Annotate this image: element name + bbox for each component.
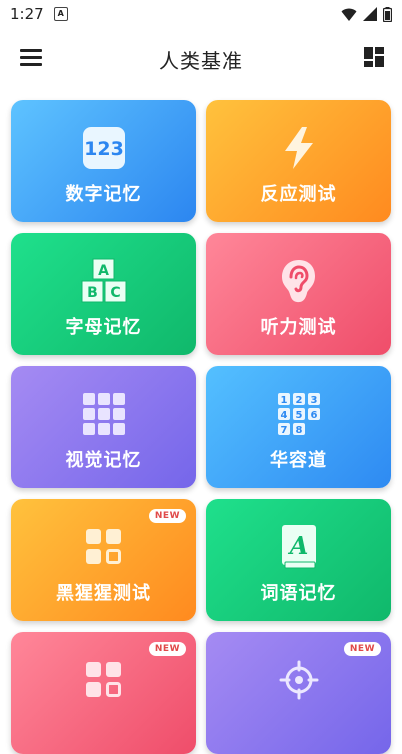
- ear-icon: [275, 257, 323, 305]
- card-label: 视觉记忆: [65, 450, 142, 471]
- card-label: 黑猩猩测试: [56, 583, 151, 604]
- card-label: 华容道: [270, 450, 327, 471]
- svg-text:5: 5: [295, 410, 302, 421]
- book-a-icon: A: [275, 523, 323, 571]
- card-hearing-test[interactable]: 听力测试: [206, 233, 391, 355]
- card-visual-memory[interactable]: 视觉记忆: [11, 366, 196, 488]
- card-word-memory[interactable]: A 词语记忆: [206, 499, 391, 621]
- svg-text:8: 8: [295, 425, 302, 436]
- card-klotski[interactable]: 123 456 78 华容道: [206, 366, 391, 488]
- card-item-10[interactable]: NEW: [206, 632, 391, 754]
- card-item-9[interactable]: NEW: [11, 632, 196, 754]
- abc-blocks-icon: A B C: [80, 257, 128, 305]
- signal-icon: [363, 7, 377, 21]
- status-time: 1:27: [10, 5, 44, 23]
- new-badge: NEW: [148, 509, 186, 523]
- svg-text:B: B: [87, 285, 98, 301]
- card-label: 字母记忆: [65, 317, 142, 338]
- a-icon: A: [53, 7, 68, 21]
- page-title: 人类基准: [159, 48, 243, 73]
- card-chimp-test[interactable]: NEW 黑猩猩测试: [11, 499, 196, 621]
- svg-text:6: 6: [310, 410, 317, 421]
- card-reaction-test[interactable]: 反应测试: [206, 100, 391, 222]
- card-letter-memory[interactable]: A B C 字母记忆: [11, 233, 196, 355]
- new-badge: NEW: [343, 642, 381, 656]
- target-icon: [275, 656, 323, 704]
- svg-text:C: C: [110, 285, 120, 301]
- app-bar: 人类基准: [0, 28, 402, 90]
- card-label: 词语记忆: [260, 583, 337, 604]
- four-squares-icon: [80, 656, 128, 704]
- hamburger-menu-icon[interactable]: [20, 49, 42, 67]
- card-number-memory[interactable]: 123 数字记忆: [11, 100, 196, 222]
- number-123-icon: 123: [80, 124, 128, 172]
- svg-text:2: 2: [295, 395, 302, 406]
- svg-text:A: A: [287, 531, 308, 560]
- number-tiles-icon: 123 456 78: [275, 390, 323, 438]
- card-label: 数字记忆: [65, 184, 142, 205]
- four-squares-icon: [80, 523, 128, 571]
- new-badge: NEW: [148, 642, 186, 656]
- svg-text:A: A: [98, 263, 109, 279]
- svg-text:123: 123: [84, 138, 124, 160]
- wifi-icon: [341, 8, 357, 21]
- svg-text:1: 1: [280, 395, 287, 406]
- card-label: 反应测试: [260, 184, 337, 205]
- lightning-icon: [275, 124, 323, 172]
- svg-text:4: 4: [280, 410, 287, 421]
- battery-icon: [383, 6, 392, 22]
- dashboard-grid-icon[interactable]: [364, 47, 384, 67]
- svg-text:3: 3: [310, 395, 317, 406]
- svg-text:7: 7: [280, 425, 287, 436]
- grid-squares-icon: [80, 390, 128, 438]
- card-label: 听力测试: [260, 317, 337, 338]
- status-bar: 1:27 A: [0, 0, 402, 28]
